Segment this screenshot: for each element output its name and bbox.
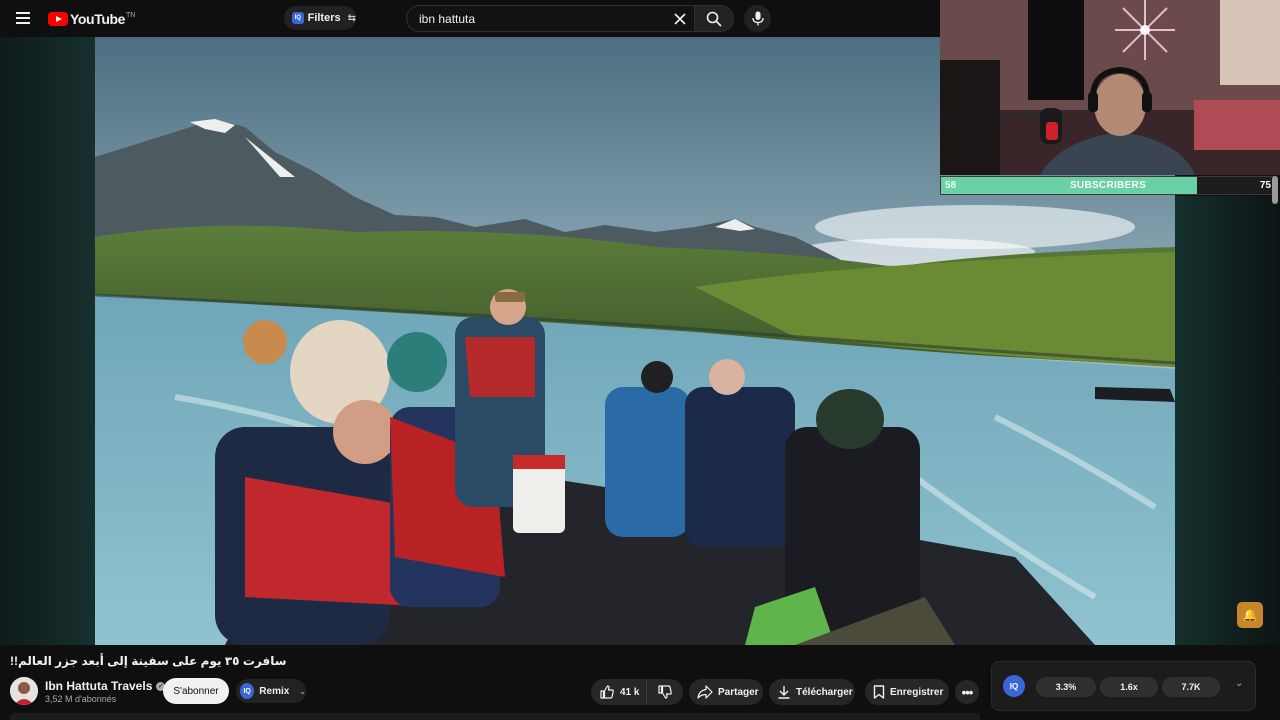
streamer-webcam: [940, 0, 1280, 175]
tune-icon: ⇆: [347, 12, 356, 24]
logo-text: YouTube: [70, 11, 126, 27]
filters-label: Filters: [307, 12, 341, 24]
share-label: Partager: [718, 686, 759, 698]
iq-stat-chip[interactable]: 1.6x: [1100, 677, 1158, 697]
search-box: [406, 5, 694, 32]
ambient-right: [1175, 196, 1280, 645]
chevron-down-icon: ⌄: [299, 686, 306, 696]
ambient-left: [0, 37, 95, 645]
mic-icon: [751, 11, 764, 26]
thumbs-up-icon: [600, 685, 614, 699]
youtube-logo[interactable]: YouTube TN: [48, 11, 135, 27]
share-arrow-icon: [697, 685, 713, 699]
like-dislike-group: 41 k: [591, 679, 683, 705]
subscriber-goal-end: 75: [1259, 180, 1271, 191]
channel-subscriber-count: 3,52 M d'abonnés: [45, 694, 117, 704]
save-label: Enregistrer: [890, 686, 944, 698]
dislike-button[interactable]: [647, 679, 683, 705]
avatar[interactable]: [10, 677, 38, 705]
channel-name[interactable]: Ibn Hattuta Travels ✓: [45, 679, 166, 693]
voice-search-button[interactable]: [744, 5, 771, 32]
iq-badge: IQ: [240, 683, 255, 699]
share-button[interactable]: Partager: [689, 679, 763, 705]
like-button[interactable]: 41 k: [591, 679, 647, 705]
subscribe-button[interactable]: S'abonner: [163, 678, 229, 704]
more-horizontal-icon[interactable]: •••: [955, 680, 979, 704]
channel-name-text: Ibn Hattuta Travels: [45, 679, 153, 693]
youtube-play-icon: [48, 12, 68, 26]
iq-logo-icon[interactable]: IQ: [1003, 675, 1025, 697]
logo-region: TN: [126, 11, 136, 19]
save-button[interactable]: Enregistrer: [865, 679, 949, 705]
masthead: YouTube TN IQ Filters ⇆: [0, 0, 940, 37]
download-label: Télécharger: [796, 686, 853, 698]
search-button[interactable]: [694, 5, 734, 32]
download-icon: [778, 686, 790, 699]
iq-stat-chip[interactable]: 7.7K: [1162, 677, 1220, 697]
filters-button[interactable]: IQ Filters ⇆: [284, 6, 356, 30]
notification-bell-icon[interactable]: 🔔: [1237, 602, 1263, 628]
hamburger-icon[interactable]: [16, 12, 30, 24]
video-title: سافرت ٣٥ يوم على سفينة إلى أبعد جزر العا…: [10, 654, 287, 668]
close-icon[interactable]: [672, 11, 688, 27]
avatar-image: [10, 677, 38, 705]
iq-stats-panel: IQ 3.3% 1.6x 7.7K ⌄: [991, 661, 1256, 711]
thumbs-down-icon: [658, 685, 672, 699]
scrollbar-thumb[interactable]: [1272, 176, 1278, 204]
iq-stat-chip[interactable]: 3.3%: [1036, 677, 1096, 697]
download-button[interactable]: Télécharger: [769, 679, 855, 705]
subscriber-goal-bar: 58 SUBSCRIBERS 75: [940, 176, 1274, 195]
iq-badge: IQ: [292, 12, 304, 24]
description-box-edge[interactable]: [10, 713, 980, 720]
search-icon: [706, 11, 722, 27]
subscriber-goal-label: SUBSCRIBERS: [1069, 180, 1147, 191]
chevron-down-icon[interactable]: ⌄: [1235, 678, 1243, 689]
webcam-image: [940, 0, 1280, 175]
like-count: 41 k: [620, 686, 640, 698]
search-input[interactable]: [419, 11, 659, 27]
bookmark-icon: [873, 685, 885, 699]
remix-label: Remix: [259, 685, 290, 697]
remix-button[interactable]: IQ Remix ⌄: [236, 679, 306, 703]
